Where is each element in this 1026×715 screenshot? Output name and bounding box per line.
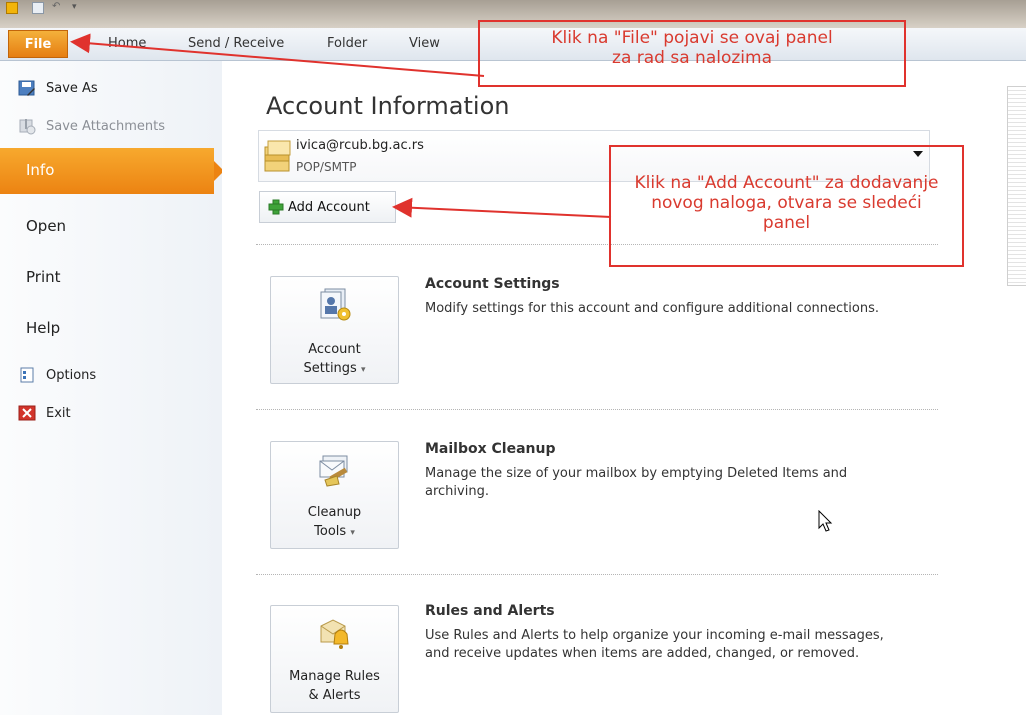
undo-icon[interactable]: ↶: [52, 2, 62, 12]
sidebar-item-exit[interactable]: Exit: [18, 404, 71, 422]
mailbox-cleanup-title: Mailbox Cleanup: [425, 441, 556, 457]
account-settings-button[interactable]: Account Settings ▾: [270, 276, 399, 384]
sidebar-item-info[interactable]: Info: [0, 148, 224, 194]
file-annotation-callout: Klik na "File" pojavi se ovaj panel za r…: [478, 20, 906, 87]
options-label: Options: [46, 367, 97, 383]
file-annotation-text: Klik na "File" pojavi se ovaj panel za r…: [551, 28, 833, 68]
mouse-cursor-icon: [818, 510, 833, 532]
add-account-annotation-text: Klik na "Add Account" za dodavanje novog…: [634, 173, 939, 233]
rules-alerts-title: Rules and Alerts: [425, 603, 555, 619]
save-attachments-label: Save Attachments: [46, 118, 166, 134]
save-icon[interactable]: [32, 2, 44, 14]
save-as-label: Save As: [46, 80, 98, 96]
account-type: POP/SMTP: [296, 160, 357, 174]
cleanup-tools-line1: Cleanup: [307, 505, 362, 520]
save-attachments-icon: [18, 117, 36, 135]
account-settings-title: Account Settings: [425, 276, 560, 292]
sidebar-item-help[interactable]: Help: [26, 319, 60, 337]
cleanup-tools-icon: [319, 455, 348, 487]
cleanup-tools-line2: Tools ▾: [314, 524, 355, 539]
add-account-label: Add Account: [288, 199, 370, 215]
page-title: Account Information: [266, 92, 510, 120]
account-settings-line2: Settings ▾: [303, 361, 366, 376]
save-as-item[interactable]: Save As: [18, 79, 98, 97]
tab-folder[interactable]: Folder: [327, 36, 367, 51]
tab-file[interactable]: File: [8, 30, 68, 58]
divider: [256, 574, 938, 575]
add-account-annotation-callout: Klik na "Add Account" za dodavanje novog…: [609, 145, 964, 267]
tab-send-receive[interactable]: Send / Receive: [188, 36, 284, 51]
exit-label: Exit: [46, 405, 71, 421]
manage-rules-line1: Manage Rules: [289, 669, 380, 684]
outlook-logo-icon: [6, 2, 18, 14]
save-as-icon: [18, 79, 36, 97]
rules-alerts-icon: [320, 619, 349, 649]
manage-rules-line2: & Alerts: [308, 688, 361, 703]
exit-icon: [18, 404, 36, 422]
plus-icon: [268, 199, 284, 215]
quick-access-toolbar: ↶ ▾: [6, 0, 126, 16]
account-settings-icon: [320, 288, 351, 321]
add-account-button[interactable]: Add Account: [259, 191, 396, 223]
save-attachments-item[interactable]: Save Attachments: [18, 117, 165, 135]
tab-home[interactable]: Home: [108, 36, 146, 51]
divider: [256, 409, 938, 410]
manage-rules-alerts-button[interactable]: Manage Rules & Alerts: [270, 605, 399, 713]
sidebar-item-print[interactable]: Print: [26, 268, 61, 286]
mailbox-cleanup-description: Manage the size of your mailbox by empty…: [425, 466, 848, 499]
info-label: Info: [26, 161, 55, 179]
account-settings-line1: Account: [308, 342, 361, 357]
sidebar-item-options[interactable]: Options: [18, 366, 96, 384]
mailbox-icon: [264, 140, 291, 172]
cleanup-tools-button[interactable]: Cleanup Tools ▾: [270, 441, 399, 549]
rules-alerts-description: Use Rules and Alerts to help organize yo…: [425, 628, 884, 661]
options-icon: [18, 366, 36, 384]
account-email: ivica@rcub.bg.ac.rs: [296, 138, 424, 153]
customize-qat-icon[interactable]: ▾: [72, 2, 82, 12]
document-preview-thumbnail: [1007, 86, 1026, 286]
account-settings-description: Modify settings for this account and con…: [425, 301, 879, 316]
sidebar-item-open[interactable]: Open: [26, 217, 66, 235]
tab-view[interactable]: View: [409, 36, 440, 51]
